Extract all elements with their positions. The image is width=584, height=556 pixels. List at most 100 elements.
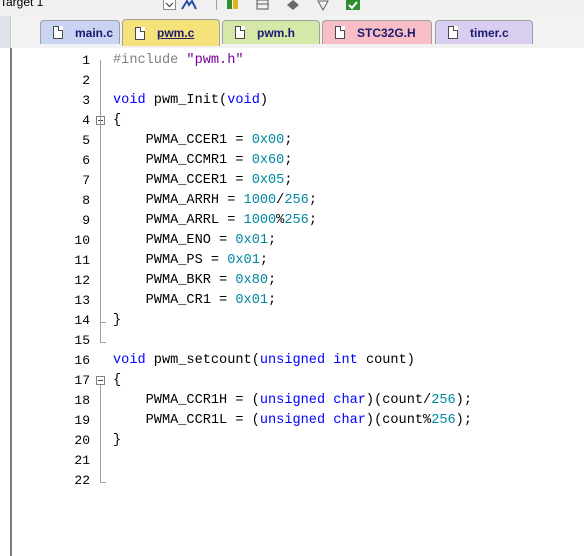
code-token: PWMA_ARRL = <box>113 213 244 228</box>
code-line[interactable]: PWMA_CR1 = 0x01; <box>113 291 277 311</box>
code-token: PWMA_CCR1H = ( <box>113 393 260 408</box>
code-line[interactable]: PWMA_CCR1L = (unsigned char)(count%256); <box>113 411 472 431</box>
line-number: 16 <box>74 353 90 368</box>
file-icon <box>235 26 245 39</box>
code-token: PWMA_CCER1 = <box>113 173 252 188</box>
code-token: int <box>333 353 358 368</box>
line-number: 6 <box>82 153 90 168</box>
code-token: 0x80 <box>235 273 269 288</box>
fold-line <box>100 60 101 342</box>
code-token: 256 <box>284 213 309 228</box>
code-line[interactable]: #include "pwm.h" <box>113 51 244 71</box>
tab-label: main.c <box>75 25 114 40</box>
code-token: "pwm.h" <box>186 53 244 68</box>
line-number: 17 <box>74 373 90 388</box>
code-line[interactable]: PWMA_BKR = 0x80; <box>113 271 277 291</box>
code-line[interactable]: } <box>113 311 121 331</box>
tab-label: STC32G.H <box>357 25 416 40</box>
file-icon <box>135 26 145 40</box>
code-token: ); <box>455 393 472 408</box>
code-token: { <box>113 113 122 128</box>
code-token: 0x01 <box>235 293 269 308</box>
line-number: 13 <box>74 293 90 308</box>
code-line[interactable]: { <box>113 111 121 131</box>
fold-end <box>100 342 106 343</box>
code-line[interactable]: PWMA_ARRL = 1000%256; <box>113 211 317 231</box>
code-line[interactable]: void pwm_Init(void) <box>113 91 268 111</box>
code-token: pwm_Init( <box>145 93 228 108</box>
file-extensions-icon[interactable] <box>256 0 270 10</box>
code-token: ; <box>259 253 269 268</box>
file-icon <box>335 26 345 39</box>
line-number: 2 <box>82 73 90 88</box>
select-packs-icon[interactable] <box>286 0 300 10</box>
line-number: 5 <box>82 133 90 148</box>
code-token: void <box>227 93 260 108</box>
tab-main-c[interactable]: main.c <box>40 20 120 44</box>
code-token: PWMA_ARRH = <box>113 193 244 208</box>
code-token: void <box>113 353 146 368</box>
code-token: } <box>113 433 122 448</box>
pack-installer-icon[interactable] <box>345 0 360 10</box>
code-token: 0x01 <box>227 253 260 268</box>
fold-end <box>100 482 106 483</box>
line-number: 19 <box>74 413 90 428</box>
line-number: 3 <box>82 93 90 108</box>
code-line[interactable]: PWMA_CCER1 = 0x00; <box>113 131 293 151</box>
code-line[interactable]: PWMA_CCER1 = 0x05; <box>113 171 293 191</box>
line-number: 10 <box>74 233 90 248</box>
code-line[interactable]: { <box>113 371 121 391</box>
line-number: 21 <box>74 453 90 468</box>
code-token: 256 <box>431 393 456 408</box>
code-token: 0x01 <box>235 233 269 248</box>
target-select[interactable]: Target 1 <box>0 0 43 9</box>
code-line[interactable]: PWMA_CCMR1 = 0x60; <box>113 151 293 171</box>
line-number: 8 <box>82 193 90 208</box>
fold-line <box>100 385 101 482</box>
code-token: PWMA_PS = <box>113 253 228 268</box>
line-number: 9 <box>82 213 90 228</box>
code-token: } <box>113 313 122 328</box>
code-line[interactable]: PWMA_PS = 0x01; <box>113 251 268 271</box>
code-token: void <box>113 93 146 108</box>
code-token: PWMA_BKR = <box>113 273 236 288</box>
fold-toggle-icon[interactable] <box>96 376 105 385</box>
code-token: unsigned <box>259 413 326 428</box>
tab-timer-c[interactable]: timer.c <box>435 20 533 44</box>
code-token: ; <box>268 293 277 308</box>
file-tab-bar: main.c pwm.c pwm.h STC32G.H timer.c <box>0 16 584 48</box>
toolbar: Target 1 <box>0 0 584 16</box>
code-line[interactable]: PWMA_CCR1H = (unsigned char)(count/256); <box>113 391 472 411</box>
code-token: ; <box>284 153 293 168</box>
options-for-target-icon[interactable] <box>180 0 197 10</box>
code-token: PWMA_CCMR1 = <box>113 153 252 168</box>
tab-stc32g-h[interactable]: STC32G.H <box>322 20 432 44</box>
file-icon <box>53 26 63 39</box>
code-line[interactable]: void pwm_setcount(unsigned int count) <box>113 351 415 371</box>
code-token: ; <box>268 273 277 288</box>
code-line[interactable]: } <box>113 431 121 451</box>
line-number: 22 <box>74 473 90 488</box>
code-token: ); <box>455 413 472 428</box>
code-line[interactable]: PWMA_ARRH = 1000/256; <box>113 191 317 211</box>
tab-pwm-c[interactable]: pwm.c <box>122 19 220 46</box>
code-token: char <box>333 393 366 408</box>
code-token: PWMA_CCR1L = ( <box>113 413 260 428</box>
code-token: PWMA_CR1 = <box>113 293 236 308</box>
manage-project-icon[interactable] <box>226 0 240 10</box>
dropdown-icon[interactable] <box>163 0 177 10</box>
code-token: 0x00 <box>251 133 285 148</box>
code-token: )(count/ <box>365 393 432 408</box>
file-icon <box>448 26 458 39</box>
tab-label: pwm.c <box>157 26 195 40</box>
code-token: ; <box>268 233 277 248</box>
code-token: PWMA_ENO = <box>113 233 236 248</box>
tab-pwm-h[interactable]: pwm.h <box>222 20 320 44</box>
code-token: ; <box>284 173 293 188</box>
code-token: unsigned <box>259 353 326 368</box>
code-token: char <box>333 413 366 428</box>
manage-runtime-icon[interactable] <box>316 0 330 12</box>
code-line[interactable]: PWMA_ENO = 0x01; <box>113 231 277 251</box>
code-token: unsigned <box>259 393 326 408</box>
code-token: 1000 <box>243 193 277 208</box>
